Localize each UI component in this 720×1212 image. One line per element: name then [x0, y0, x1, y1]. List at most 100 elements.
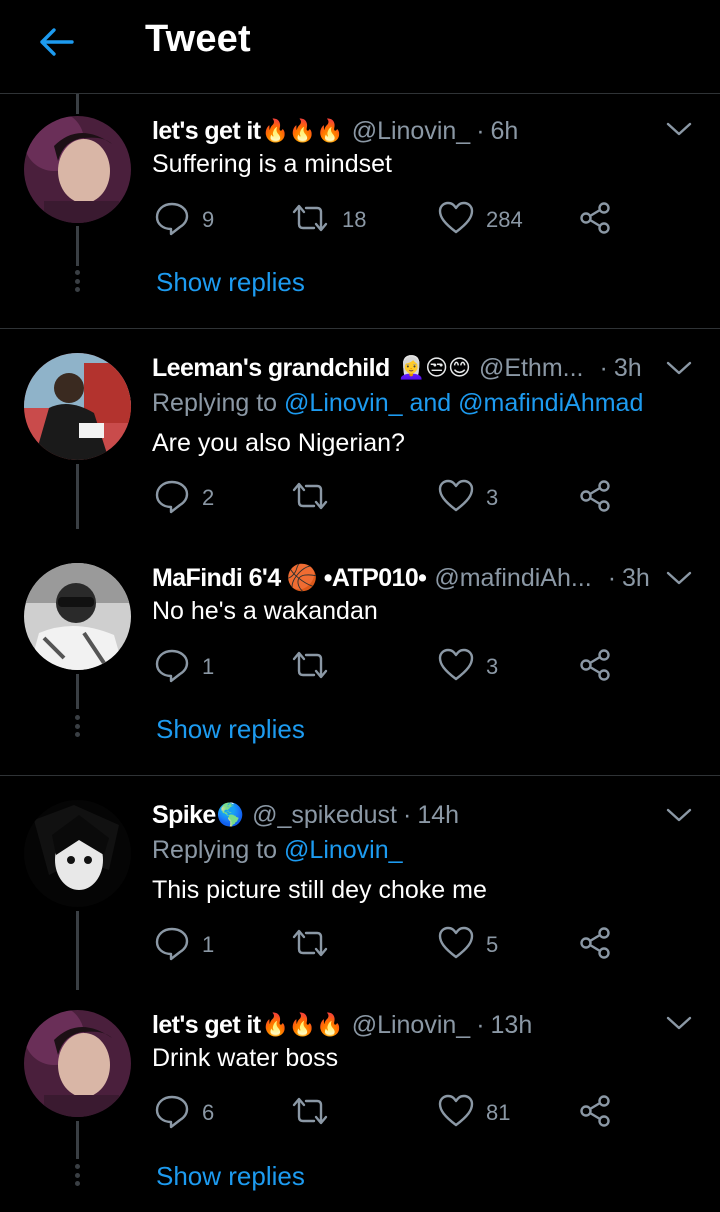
retweet-icon	[290, 203, 330, 238]
display-name[interactable]: let's get it	[152, 1011, 261, 1040]
thread-line	[76, 674, 79, 709]
and-label: and	[409, 389, 452, 417]
avatar[interactable]	[24, 1010, 131, 1117]
reply-button[interactable]: 1	[154, 923, 214, 967]
like-count: 5	[486, 932, 499, 957]
handle[interactable]: @_spikedust	[252, 801, 397, 830]
separator-dot: ·	[476, 1010, 485, 1039]
reply-button[interactable]: 2	[154, 476, 214, 520]
name-emoji: 👩‍🦳😒😊	[397, 355, 471, 380]
chevron-down-icon[interactable]	[664, 1009, 694, 1037]
tweet-text: This picture still dey choke me	[152, 876, 487, 904]
display-name[interactable]: let's get it	[152, 117, 261, 146]
like-button[interactable]: 3	[438, 476, 498, 520]
thread-line	[76, 226, 79, 266]
chevron-down-icon[interactable]	[664, 801, 694, 829]
avatar[interactable]	[24, 353, 131, 460]
replying-to-label: Replying to	[152, 389, 278, 417]
like-button[interactable]: 284	[438, 198, 523, 242]
tweet-text: Suffering is a mindset	[152, 150, 392, 178]
tweet-text: Drink water boss	[152, 1044, 339, 1072]
mention-link[interactable]: @Linovin_	[284, 389, 403, 417]
reply-count: 1	[202, 932, 215, 957]
tweet-item[interactable]: let's get it 🔥🔥🔥 @Linovin_ · 13h Drink w…	[0, 990, 720, 1212]
back-arrow-icon[interactable]	[36, 22, 76, 62]
share-icon	[578, 479, 612, 518]
handle[interactable]: @Linovin_	[352, 1011, 471, 1040]
tweet-item[interactable]: Leeman's grandchild 👩‍🦳😒😊 @Ethm... · 3h …	[0, 329, 720, 529]
like-button[interactable]: 81	[438, 1091, 510, 1135]
share-icon	[578, 648, 612, 687]
handle[interactable]: @mafindiAh...	[434, 564, 591, 593]
timestamp: 3h	[613, 353, 642, 382]
tweet-item[interactable]: Spike 🌎 @_spikedust · 14h Replying to @L…	[0, 776, 720, 990]
like-button[interactable]: 3	[438, 645, 498, 689]
reply-button[interactable]: 6	[154, 1091, 214, 1135]
retweet-icon	[290, 1096, 330, 1131]
tweet-item[interactable]: let's get it 🔥🔥🔥 @Linovin_ · 6h Sufferin…	[0, 94, 720, 328]
action-bar: 6 81	[152, 1091, 622, 1135]
tweet-header: let's get it 🔥🔥🔥 @Linovin_ · 6h	[152, 113, 518, 149]
reply-icon	[154, 478, 190, 519]
thread-line	[76, 911, 79, 990]
share-button[interactable]	[578, 1091, 612, 1135]
name-emoji: 🔥🔥🔥	[261, 118, 344, 143]
thread-line	[76, 1121, 79, 1159]
chevron-down-icon[interactable]	[664, 354, 694, 382]
chevron-down-icon[interactable]	[664, 115, 694, 143]
retweet-button[interactable]: 18	[290, 198, 366, 242]
display-name[interactable]: Spike	[152, 801, 216, 830]
retweet-icon	[290, 650, 330, 685]
heart-icon	[438, 648, 474, 687]
thread-dots	[74, 270, 81, 292]
share-button[interactable]	[578, 923, 612, 967]
reply-count: 6	[202, 1100, 215, 1125]
replying-to: Replying to @Linovin_	[152, 836, 403, 865]
action-bar: 1 3	[152, 645, 622, 689]
action-bar: 1 5	[152, 923, 622, 967]
like-button[interactable]: 5	[438, 923, 498, 967]
retweet-button[interactable]	[290, 923, 330, 967]
show-replies-link[interactable]: Show replies	[156, 1161, 305, 1192]
reply-icon	[154, 647, 190, 688]
handle[interactable]: @Linovin_	[352, 117, 471, 146]
action-bar: 9 18 284	[152, 198, 622, 242]
retweet-icon	[290, 928, 330, 963]
reply-button[interactable]: 9	[154, 198, 214, 242]
tweet-text: No he's a wakandan	[152, 597, 378, 625]
tweet-header: Spike 🌎 @_spikedust · 14h	[152, 797, 459, 833]
reply-icon	[154, 925, 190, 966]
retweet-button[interactable]	[290, 645, 330, 689]
avatar[interactable]	[24, 800, 131, 907]
show-replies-link[interactable]: Show replies	[156, 714, 305, 745]
reply-icon	[154, 1093, 190, 1134]
tweet-item[interactable]: MaFindi 6'4 🏀 •ATP010• @mafindiAh... · 3…	[0, 549, 720, 774]
share-button[interactable]	[578, 645, 612, 689]
retweet-button[interactable]	[290, 1091, 330, 1135]
display-name[interactable]: MaFindi 6'4 🏀 •ATP010•	[152, 564, 427, 593]
retweet-count: 18	[342, 207, 367, 232]
reply-button[interactable]: 1	[154, 645, 214, 689]
reply-count: 9	[202, 207, 215, 232]
handle[interactable]: @Ethm...	[479, 354, 584, 383]
chevron-down-icon[interactable]	[664, 564, 694, 592]
avatar[interactable]	[24, 563, 131, 670]
like-count: 284	[486, 207, 523, 232]
mention-link[interactable]: @mafindiAhmad	[458, 389, 643, 417]
reply-count: 1	[202, 654, 215, 679]
tweet-header: let's get it 🔥🔥🔥 @Linovin_ · 13h	[152, 1007, 532, 1043]
retweet-icon	[290, 481, 330, 516]
show-replies-link[interactable]: Show replies	[156, 267, 305, 298]
share-icon	[578, 1094, 612, 1133]
display-name[interactable]: Leeman's grandchild	[152, 354, 390, 383]
retweet-button[interactable]	[290, 476, 330, 520]
share-button[interactable]	[578, 198, 612, 242]
page-title: Tweet	[145, 18, 251, 60]
like-count: 3	[486, 654, 499, 679]
mention-link[interactable]: @Linovin_	[284, 836, 403, 864]
avatar[interactable]	[24, 116, 131, 223]
share-icon	[578, 201, 612, 240]
share-button[interactable]	[578, 476, 612, 520]
timestamp: 3h	[622, 563, 650, 592]
separator-dot: ·	[599, 353, 608, 382]
